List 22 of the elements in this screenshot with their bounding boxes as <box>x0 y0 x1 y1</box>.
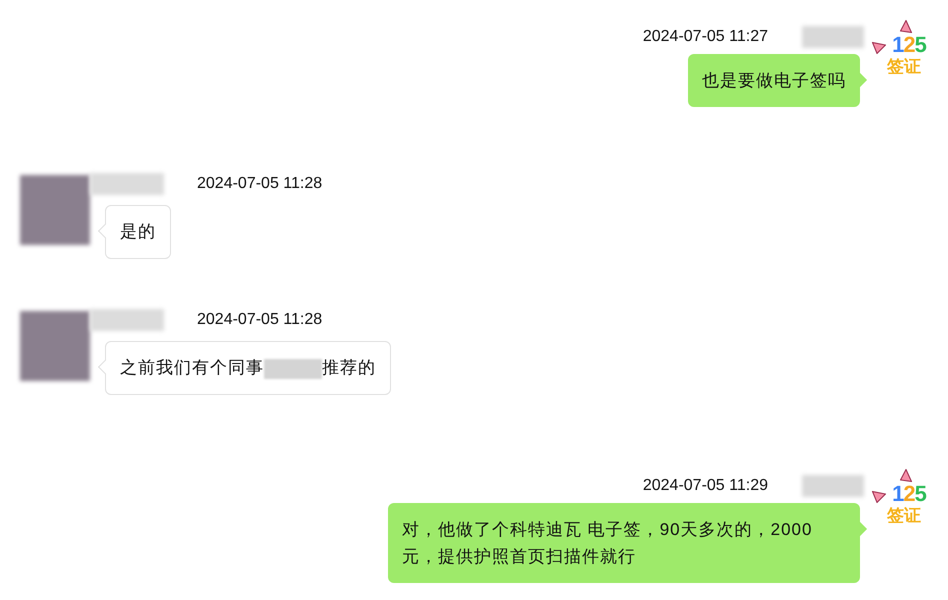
message-text: 之前我们有个同事 <box>120 358 264 377</box>
triangle-icon <box>872 42 886 54</box>
timestamp: 2024-07-05 11:28 <box>197 174 322 194</box>
message-text: 也是要做电子签吗 <box>702 71 846 90</box>
timestamp: 2024-07-05 11:28 <box>197 310 322 330</box>
blurred-name <box>802 475 864 497</box>
redaction-block <box>264 358 322 379</box>
timestamp: 2024-07-05 11:27 <box>642 27 768 47</box>
triangle-icon <box>900 20 912 33</box>
logo-label: 签证 <box>886 58 921 75</box>
logo-label: 签证 <box>886 507 921 524</box>
timestamp: 2024-07-05 11:29 <box>642 476 768 496</box>
triangle-icon <box>900 469 912 482</box>
triangle-icon <box>872 491 886 503</box>
message-text: 是的 <box>120 222 156 241</box>
logo-number: 125 <box>892 483 926 505</box>
logo-number: 125 <box>892 34 926 56</box>
blurred-name <box>802 26 864 48</box>
message-text: 推荐的 <box>322 358 376 377</box>
blurred-avatar <box>20 175 90 245</box>
blurred-avatar <box>20 311 90 381</box>
message-text: 对，他做了个科特迪瓦 电子签，90天多次的，2000元，提供护照首页扫描件就行 <box>402 520 812 566</box>
